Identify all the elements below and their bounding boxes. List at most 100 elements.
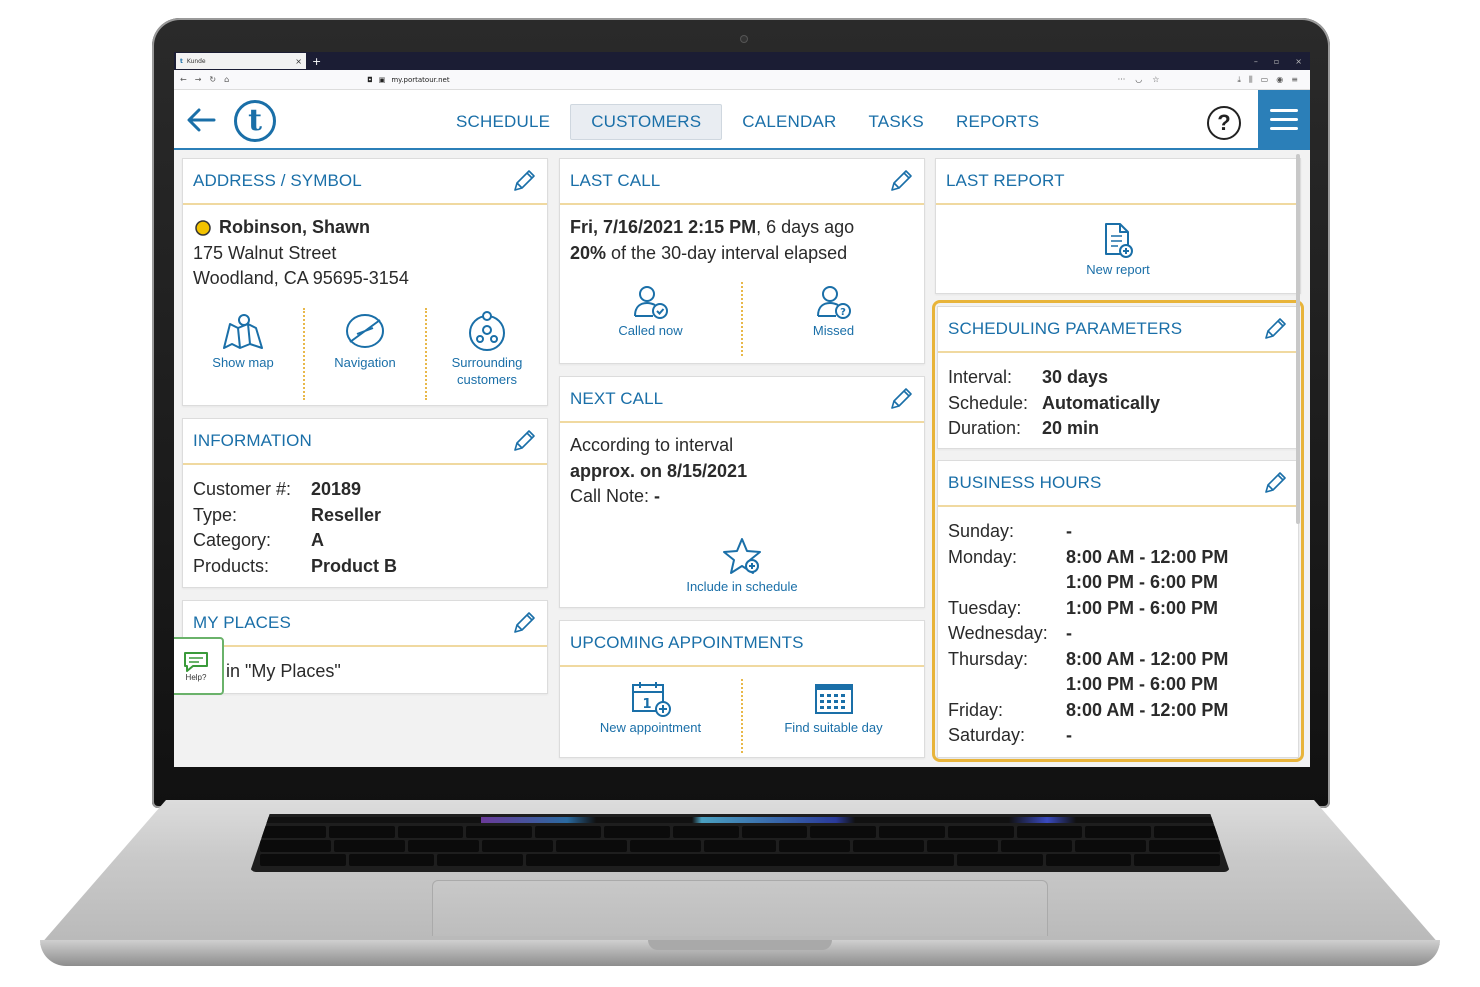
library-icon[interactable]: ⫼ <box>1249 75 1253 85</box>
new-appointment-button[interactable]: 1 New appointment <box>560 679 741 736</box>
business-hours-title: BUSINESS HOURS <box>948 473 1102 492</box>
information-card-title: INFORMATION <box>193 431 312 450</box>
my-places-card: MY PLACES Not in "My Places" <box>182 600 548 694</box>
map-icon <box>223 313 263 349</box>
star-plus-icon <box>723 537 761 574</box>
edit-pencil-icon[interactable] <box>511 428 537 454</box>
edit-pencil-icon[interactable] <box>888 386 914 412</box>
next-call-date: approx. on 8/15/2021 <box>570 460 748 481</box>
navigation-icon <box>346 313 384 348</box>
scheduling-parameters-title: SCHEDULING PARAMETERS <box>948 319 1183 338</box>
hours-value: - <box>1066 623 1072 643</box>
business-hours-card: BUSINESS HOURS Sunday: - Monday: 8:00 AM -… <box>937 460 1299 758</box>
find-suitable-day-button[interactable]: Find suitable day <box>743 679 924 736</box>
upcoming-appointments-card: UPCOMING APPOINTMENTS 1 New appointment … <box>559 620 925 758</box>
minimize-icon[interactable]: – <box>1254 57 1258 66</box>
document-add-icon <box>1105 223 1133 258</box>
edit-pencil-icon[interactable] <box>1262 316 1288 342</box>
nav-customers[interactable]: CUSTOMERS <box>570 104 723 140</box>
surrounding-customers-label: Surrounding customers <box>451 354 523 387</box>
browser-menu-icon[interactable]: ≡ <box>1291 75 1298 85</box>
keyboard <box>250 814 1230 872</box>
info-label: Type: <box>193 504 238 525</box>
help-button[interactable]: ? <box>1207 106 1241 140</box>
edit-pencil-icon[interactable] <box>511 610 537 636</box>
info-value: Product B <box>311 555 398 576</box>
browser-tab[interactable]: t Kunde × <box>176 53 306 69</box>
url-text[interactable]: my.portatour.net <box>391 76 449 84</box>
upcoming-appointments-title: UPCOMING APPOINTMENTS <box>570 633 804 652</box>
call-note-value: - <box>654 486 661 506</box>
edit-pencil-icon[interactable] <box>511 168 537 194</box>
forward-nav-icon[interactable]: → <box>195 75 202 84</box>
back-arrow-icon[interactable] <box>184 103 218 137</box>
extension-icon[interactable]: ◉ <box>1276 75 1283 85</box>
navigation-button[interactable]: Navigation <box>305 308 425 371</box>
called-now-button[interactable]: Called now <box>560 282 741 339</box>
chat-bubble-icon <box>184 651 208 672</box>
missed-button[interactable]: ? Missed <box>743 282 924 339</box>
hours-value: 1:00 PM - 6:00 PM <box>1066 572 1219 592</box>
day-label: Sunday: <box>948 521 1015 541</box>
app-header: t SCHEDULE CUSTOMERS CALENDAR TASKS REPO… <box>174 90 1310 150</box>
day-label: Tuesday: <box>948 597 1022 618</box>
reload-icon[interactable]: ↻ <box>209 75 216 84</box>
sidebar-icon[interactable]: ▭ <box>1261 75 1269 85</box>
lock-icon: ▣ <box>378 75 386 84</box>
interval-elapsed-text: of the 30-day interval elapsed <box>606 242 848 263</box>
bookmark-star-icon[interactable]: ☆ <box>1152 75 1159 84</box>
day-label <box>948 570 1066 596</box>
nav-reports[interactable]: REPORTS <box>944 104 1051 140</box>
tab-close-icon[interactable]: × <box>295 57 302 66</box>
include-in-schedule-button[interactable]: Include in schedule <box>560 536 924 595</box>
call-note-label: Call Note: <box>570 486 655 506</box>
tab-favicon-icon: t <box>180 57 183 65</box>
pocket-icon[interactable]: ◡ <box>1135 75 1142 84</box>
surrounding-customers-button[interactable]: Surrounding customers <box>427 308 547 388</box>
last-report-card: LAST REPORT New report <box>935 158 1301 294</box>
window-close-icon[interactable]: × <box>1295 57 1302 66</box>
nav-calendar[interactable]: CALENDAR <box>730 104 848 140</box>
information-card: INFORMATION Customer #: 20189 Type: Resell… <box>182 418 548 588</box>
new-tab-icon[interactable]: + <box>312 55 321 68</box>
surrounding-customers-icon <box>469 310 505 351</box>
new-report-button[interactable]: New report <box>936 221 1300 278</box>
help-chat-label: Help? <box>185 672 207 682</box>
next-call-card: NEXT CALL According to interval approx. … <box>559 376 925 608</box>
main-content: ADDRESS / SYMBOL Robinson, Shawn 175 Wal… <box>174 150 1310 767</box>
hours-value: 8:00 AM - 12:00 PM <box>1066 648 1229 669</box>
hamburger-menu-button[interactable] <box>1258 90 1310 148</box>
edit-pencil-icon[interactable] <box>888 168 914 194</box>
day-label: Saturday: <box>948 725 1026 745</box>
nav-tasks[interactable]: TASKS <box>856 104 935 140</box>
shield-icon: ◘ <box>367 75 373 84</box>
maximize-icon[interactable]: ▫ <box>1274 57 1279 66</box>
more-icon[interactable]: ··· <box>1118 75 1126 84</box>
calendar-add-icon: 1 <box>631 682 671 717</box>
camera <box>741 36 747 42</box>
show-map-button[interactable]: Show map <box>183 308 303 371</box>
help-chat-button[interactable]: Help? <box>174 637 224 695</box>
svg-text:1: 1 <box>642 697 651 712</box>
day-label: Friday: <box>948 699 1004 720</box>
param-value: Automatically <box>1042 392 1161 413</box>
new-report-label: New report <box>1086 262 1150 277</box>
download-icon[interactable]: ⤓ <box>1237 75 1241 85</box>
edit-pencil-icon[interactable] <box>1262 470 1288 496</box>
laptop-notch <box>648 940 832 950</box>
back-nav-icon[interactable]: ← <box>180 75 187 84</box>
home-icon[interactable]: ⌂ <box>224 75 229 84</box>
touch-bar <box>260 817 1220 823</box>
scrollbar[interactable] <box>1296 154 1300 524</box>
day-label: Wednesday: <box>948 623 1048 643</box>
param-value: 20 min <box>1042 418 1100 438</box>
portatour-logo[interactable]: t <box>234 100 276 142</box>
laptop-screen: t Kunde × + – ▫ × ← → ↻ ⌂ ◘ ▣ my.portato… <box>174 52 1310 767</box>
customer-symbol-icon <box>195 220 211 236</box>
browser-address-bar: ← → ↻ ⌂ ◘ ▣ my.portatour.net ··· ◡ ☆ ⤓ ⫼… <box>174 70 1310 90</box>
nav-schedule[interactable]: SCHEDULE <box>444 104 562 140</box>
person-question-icon: ? <box>816 286 851 319</box>
browser-tab-bar: t Kunde × + – ▫ × <box>174 52 1310 70</box>
tab-title: Kunde <box>186 57 206 65</box>
day-label: Thursday: <box>948 648 1029 669</box>
